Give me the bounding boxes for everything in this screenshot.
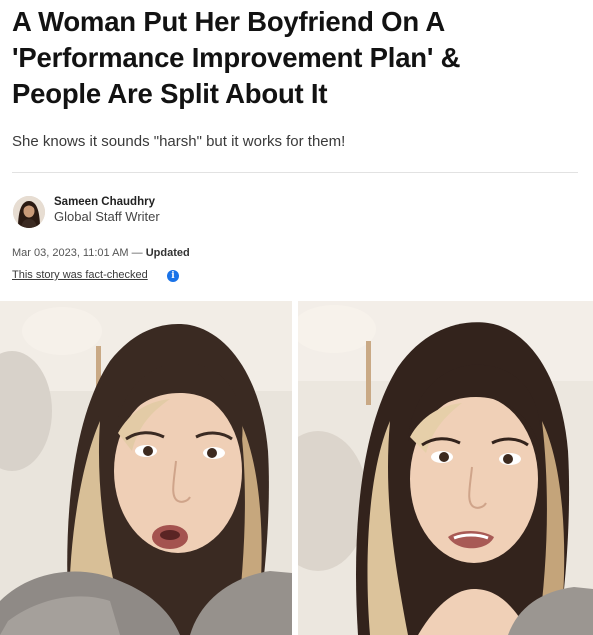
author-name[interactable]: Sameen Chaudhry <box>54 195 155 209</box>
article-photo-left <box>0 301 292 635</box>
headline-line: 'Performance Improvement Plan' & <box>12 42 461 73</box>
author-avatar[interactable] <box>13 196 45 228</box>
article-headline: A Woman Put Her Boyfriend On A 'Performa… <box>12 4 587 112</box>
article-dek: She knows it sounds "harsh" but it works… <box>12 133 346 150</box>
fact-check-link[interactable]: This story was fact-checked <box>12 268 148 282</box>
headline-line: A Woman Put Her Boyfriend On A <box>12 6 446 37</box>
dateline: Mar 03, 2023, 11:01 AM — Updated <box>12 246 190 260</box>
date-separator: — <box>128 247 146 259</box>
publish-date: Mar 03, 2023, 11:01 AM <box>12 247 129 259</box>
headline-line: People Are Split About It <box>12 78 328 109</box>
updated-label: Updated <box>145 247 190 259</box>
author-role: Global Staff Writer <box>54 209 160 224</box>
divider <box>12 172 578 173</box>
info-icon[interactable]: i <box>167 270 179 282</box>
article-photo-right <box>298 301 593 635</box>
